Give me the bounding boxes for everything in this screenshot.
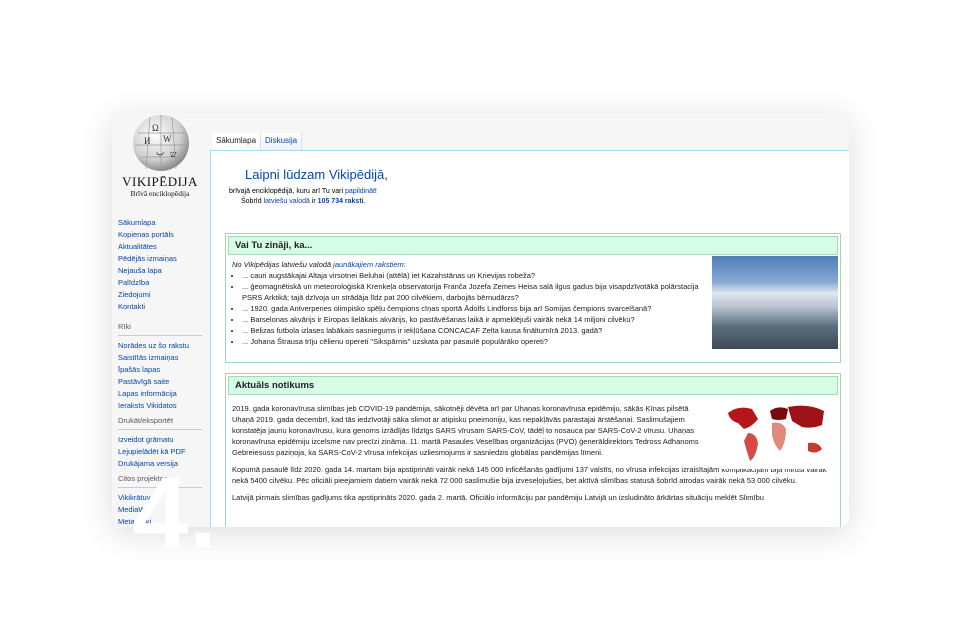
welcome-text: !	[374, 188, 377, 195]
welcome-line-2: Šobrīd latviešu valodā ir 105 734 raksti…	[241, 197, 829, 207]
tools-section: Rīki Norādes uz šo rakstu Saistītās izma…	[118, 321, 206, 412]
print-heading: Drukāt/eksportēt	[118, 415, 202, 430]
did-you-know-box: Vai Tu zināji, ka... No Vikipēdijas latv…	[225, 233, 841, 363]
tools-link-special-pages[interactable]: Īpašās lapas	[118, 364, 206, 376]
browser-screenshot-card: ΩW И بש VIKIPĒDIJA Brīvā enciklopēdija Sā…	[112, 113, 849, 527]
tools-heading: Rīki	[118, 321, 202, 336]
latvian-language-link[interactable]: latviešu valodā	[264, 198, 310, 205]
svg-text:ب: ب	[156, 147, 164, 157]
newest-articles-link[interactable]: jaunākajiem rakstiem	[333, 260, 403, 269]
current-event-box: Aktuāls notikums 2019. gada koronavīrusa…	[225, 373, 841, 527]
welcome-text: ir	[309, 198, 318, 205]
wordmark-title: VIKIPĒDIJA	[122, 174, 198, 189]
wikipedia-globe-logo[interactable]: ΩW И بש	[126, 113, 196, 171]
wordmark-tagline: Brīvā enciklopēdija	[130, 189, 190, 198]
wordmark: VIKIPĒDIJA Brīvā enciklopēdija	[112, 175, 208, 199]
step-number-overlay: 4.	[132, 456, 218, 570]
dyk-intro-text: :	[403, 260, 406, 269]
tab-main-page[interactable]: Sākumlapa	[212, 133, 262, 151]
news-paragraph-1: 2019. gada koronavīrusa slimības jeb COV…	[232, 404, 699, 457]
svg-text:ש: ש	[170, 149, 177, 159]
tab-discussion[interactable]: Diskusija	[261, 133, 303, 151]
dyk-item: ... Johana Štrausa trīju cēlienu opereti…	[242, 336, 706, 347]
dyk-item: ... Belizas futbola izlases labākais sas…	[242, 325, 706, 336]
tools-link-page-info[interactable]: Lapas informācija	[118, 388, 206, 400]
svg-text:И: И	[144, 136, 151, 146]
tools-link-wikidata-item[interactable]: Ieraksts Vikidatos	[118, 400, 206, 412]
dyk-item: ... ģeomagnētiskā un meteoroloģiskā Kren…	[242, 281, 706, 303]
nav-link-random-page[interactable]: Nejauša lapa	[118, 265, 206, 277]
dyk-intro-text: No Vikipēdijas latviešu valodā	[232, 260, 334, 269]
dyk-item: ... cauri augstākajai Altaja virsotnei B…	[242, 270, 706, 281]
current-event-body: 2019. gada koronavīrusa slimības jeb COV…	[226, 397, 840, 511]
dyk-item: ... Barselonas akvārijs ir Eiropas lielā…	[242, 314, 706, 325]
nav-link-donate[interactable]: Ziedojumi	[118, 289, 206, 301]
welcome-text: .	[363, 198, 366, 205]
did-you-know-heading: Vai Tu zināji, ka...	[228, 236, 838, 255]
tools-link-what-links-here[interactable]: Norādes uz šo rakstu	[118, 340, 206, 352]
welcome-title: Laipni lūdzam Vikipēdijā,	[245, 167, 388, 182]
article-count-link[interactable]: 105 734 raksti	[318, 198, 364, 205]
welcome-line-1: brīvajā enciklopēdijā, kuru arī Tu vari …	[229, 187, 829, 197]
page-tabs: Sākumlapa Diskusija	[212, 133, 303, 151]
nav-link-contact[interactable]: Kontakti	[118, 301, 206, 313]
nav-link-main-page[interactable]: Sākumlapa	[118, 217, 206, 229]
page-content: Laipni lūdzam Vikipēdijā, brīvajā encikl…	[210, 150, 849, 527]
welcome-box: Laipni lūdzam Vikipēdijā, brīvajā encikl…	[229, 167, 829, 219]
contribute-link[interactable]: papildināt	[345, 188, 375, 195]
news-paragraph-3: Latvijā pirmais slimības gadījums tika a…	[232, 493, 764, 502]
nav-link-current-events[interactable]: Aktualitātes	[118, 241, 206, 253]
mountain-photo[interactable]	[712, 256, 838, 349]
nav-link-help[interactable]: Palīdzība	[118, 277, 206, 289]
svg-text:W: W	[163, 134, 172, 144]
nav-link-recent-changes[interactable]: Pēdējās izmaiņas	[118, 253, 206, 265]
world-map-image[interactable]	[722, 399, 834, 469]
tools-link-related-changes[interactable]: Saistītās izmaiņas	[118, 352, 206, 364]
nav-link-community-portal[interactable]: Kopienas portāls	[118, 229, 206, 241]
svg-text:Ω: Ω	[152, 123, 159, 133]
print-link-create-book[interactable]: Izveidot grāmatu	[118, 434, 206, 446]
main-navigation: Sākumlapa Kopienas portāls Aktualitātes …	[118, 217, 206, 313]
dyk-item: ... 1920. gada Antverpenes olimpisko spē…	[242, 303, 706, 314]
welcome-text: Šobrīd	[241, 198, 264, 205]
current-event-heading: Aktuāls notikums	[228, 376, 838, 395]
dyk-list: ... cauri augstākajai Altaja virsotnei B…	[232, 270, 706, 347]
dyk-intro: No Vikipēdijas latviešu valodā jaunākaji…	[232, 259, 706, 270]
welcome-text: brīvajā enciklopēdijā, kuru arī Tu vari	[229, 188, 345, 195]
tools-link-permanent-link[interactable]: Pastāvīgā saite	[118, 376, 206, 388]
